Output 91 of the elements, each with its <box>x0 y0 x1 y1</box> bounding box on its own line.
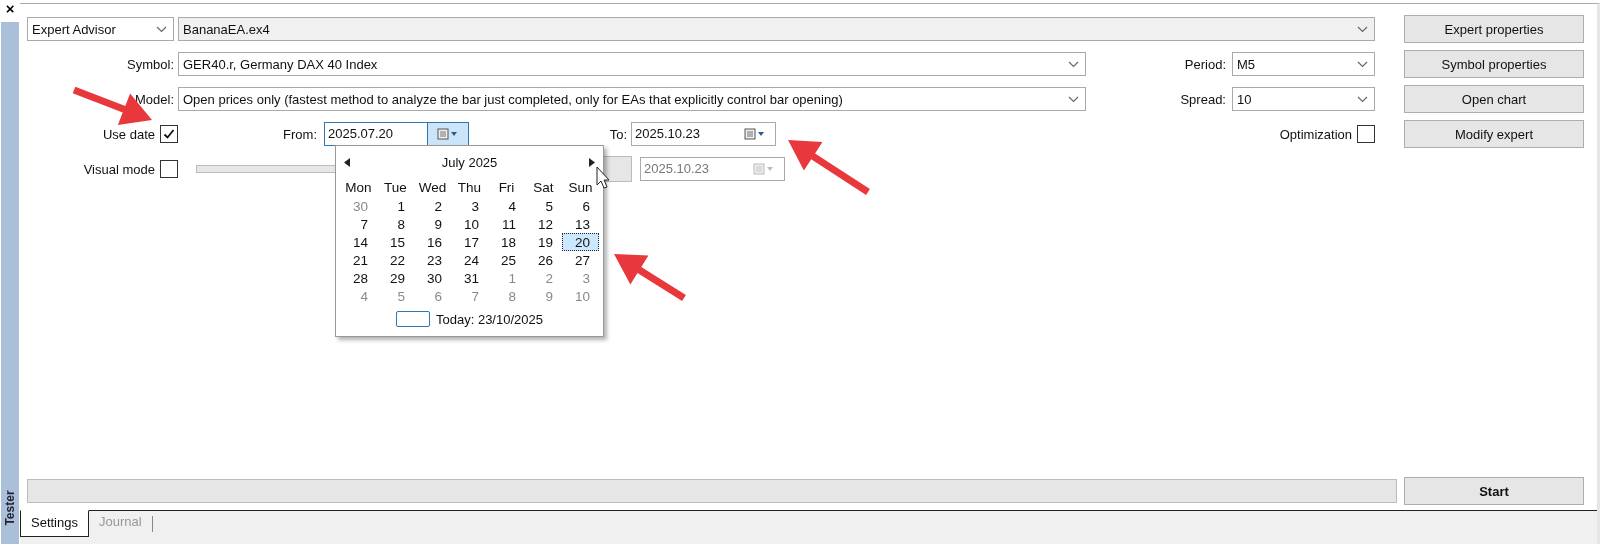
weekday-label: Tue <box>383 179 408 197</box>
calendar-day[interactable]: 30 <box>340 197 377 215</box>
chevron-down-icon <box>1068 95 1079 103</box>
calendar-day[interactable]: 3 <box>451 197 488 215</box>
calendar-day[interactable]: 19 <box>525 233 562 251</box>
calendar-day[interactable]: 14 <box>340 233 377 251</box>
calendar-day[interactable]: 23 <box>414 251 451 269</box>
button[interactable]: Modify expert <box>1404 120 1584 148</box>
field-label: Symbol: <box>126 56 175 72</box>
field-label: Spread: <box>1180 91 1227 107</box>
calendar-day[interactable]: 1 <box>377 197 414 215</box>
calendar-day[interactable]: 21 <box>340 251 377 269</box>
checkmark-icon <box>163 128 175 140</box>
chevron-down-icon <box>1068 60 1079 68</box>
dropdown[interactable]: BananaEA.ex4 <box>178 17 1375 41</box>
button[interactable]: Start <box>1404 477 1584 505</box>
checkbox-label: Optimization <box>1279 126 1353 142</box>
weekday-label: Thu <box>456 179 483 197</box>
calendar-day[interactable]: 2 <box>414 197 451 215</box>
dropdown[interactable]: GER40.r, Germany DAX 40 Index <box>178 52 1086 76</box>
calendar-day[interactable]: 11 <box>488 215 525 233</box>
calendar-day[interactable]: 24 <box>451 251 488 269</box>
calendar-day[interactable]: 4 <box>488 197 525 215</box>
chevron-down-icon <box>156 25 167 33</box>
button[interactable]: Symbol properties <box>1404 50 1584 78</box>
calendar-day[interactable]: 16 <box>414 233 451 251</box>
panel-title: Tester <box>2 490 18 526</box>
calendar-day[interactable]: 3 <box>562 269 599 287</box>
field-label: Model: <box>133 91 175 107</box>
calendar-day[interactable]: 6 <box>414 287 451 305</box>
calendar-icon <box>753 163 775 175</box>
today-marker-icon <box>396 311 430 327</box>
chevron-down-icon <box>1357 95 1368 103</box>
calendar-day[interactable]: 13 <box>562 215 599 233</box>
button[interactable]: Expert properties <box>1404 15 1584 43</box>
checkbox[interactable] <box>160 125 178 143</box>
calendar-day[interactable]: 27 <box>562 251 599 269</box>
checkbox[interactable] <box>1357 125 1375 143</box>
calendar-icon <box>744 128 766 140</box>
panel-tab[interactable]: Tester <box>1 22 19 544</box>
weekday-label: Sun <box>567 179 594 197</box>
chevron-down-icon <box>1357 60 1368 68</box>
calendar-day[interactable]: 15 <box>377 233 414 251</box>
calendar-day[interactable]: 6 <box>562 197 599 215</box>
calendar-day[interactable]: 9 <box>525 287 562 305</box>
calendar-day[interactable]: 7 <box>340 215 377 233</box>
calendar-day[interactable]: 5 <box>525 197 562 215</box>
checkbox[interactable] <box>160 160 178 178</box>
calendar-day[interactable]: 30 <box>414 269 451 287</box>
calendar-day[interactable]: 18 <box>488 233 525 251</box>
calendar-day[interactable]: 25 <box>488 251 525 269</box>
field-label: Period: <box>1184 56 1227 72</box>
calendar-day[interactable]: 22 <box>377 251 414 269</box>
weekday-label: Sat <box>532 179 555 197</box>
calendar-day[interactable]: 10 <box>451 215 488 233</box>
weekday-label: Fri <box>497 179 516 197</box>
calendar-day[interactable]: 20 <box>562 233 599 251</box>
annotation-arrow <box>614 254 686 301</box>
dropdown[interactable]: Expert Advisor <box>27 17 174 41</box>
calendar-day[interactable]: 10 <box>562 287 599 305</box>
calendar-day[interactable]: 9 <box>414 215 451 233</box>
field-label: From: <box>282 126 318 142</box>
weekday-label: Mon <box>344 179 373 197</box>
next-month-button[interactable] <box>589 157 595 167</box>
month-title[interactable]: July 2025 <box>441 154 498 170</box>
tab[interactable]: Settings <box>20 510 89 537</box>
calendar-day[interactable]: 29 <box>377 269 414 287</box>
dropdown[interactable]: Open prices only (fastest method to analyze the bar just completed, only for EAs that explicitly control bar opening) <box>178 87 1086 111</box>
button[interactable]: Open chart <box>1404 85 1584 113</box>
calendar-icon <box>437 128 459 140</box>
calendar-day[interactable]: 5 <box>377 287 414 305</box>
calendar-day[interactable]: 8 <box>377 215 414 233</box>
checkbox-label: Visual mode <box>83 161 156 177</box>
dropdown[interactable]: M5 <box>1232 52 1375 76</box>
chevron-down-icon <box>1357 25 1368 33</box>
field-label: To: <box>608 126 628 142</box>
calendar-day[interactable]: 8 <box>488 287 525 305</box>
calendar-day[interactable]: 17 <box>451 233 488 251</box>
date-field[interactable]: 2025.07.20 <box>324 122 469 146</box>
close-button[interactable]: × <box>0 0 21 18</box>
calendar-day[interactable]: 26 <box>525 251 562 269</box>
previous-month-button[interactable] <box>344 157 350 167</box>
calendar-day[interactable]: 2 <box>525 269 562 287</box>
calendar-day[interactable]: 28 <box>340 269 377 287</box>
dropdown[interactable]: 10 <box>1232 87 1375 111</box>
calendar-day[interactable]: 31 <box>451 269 488 287</box>
checkbox-label: Use date <box>102 126 156 142</box>
date-field[interactable]: 2025.10.23 <box>631 122 776 146</box>
calendar-day[interactable]: 12 <box>525 215 562 233</box>
weekday-label: Wed <box>417 179 448 197</box>
today-link[interactable]: Today: 23/10/2025 <box>436 311 543 327</box>
